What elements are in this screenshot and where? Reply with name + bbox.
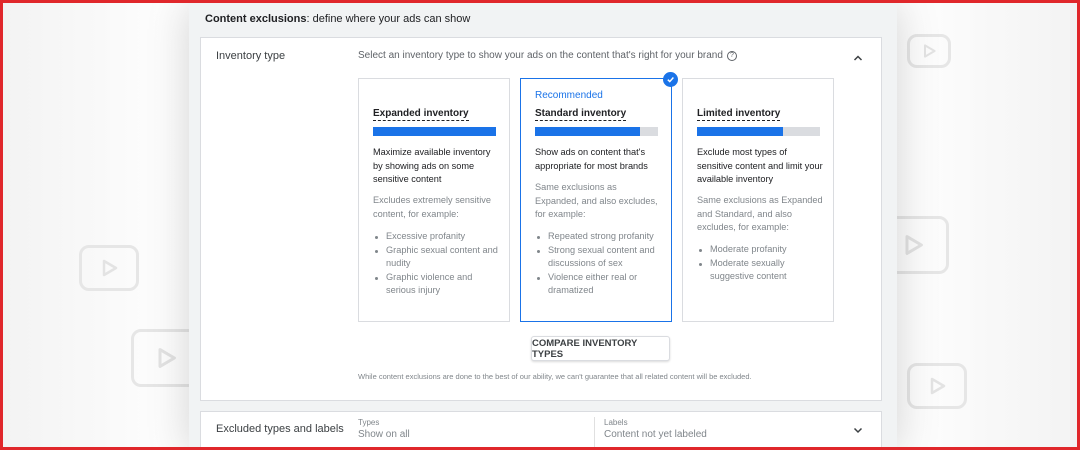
panel-header-subtitle: : define where your ads can show (306, 13, 471, 25)
field-divider (594, 417, 595, 447)
recommended-badge: Recommended (535, 90, 603, 101)
inventory-card-description: Maximize available inventory by showing … (373, 147, 491, 184)
chevron-down-icon[interactable] (853, 422, 863, 440)
inventory-card-exclusions: Excludes extremely sensitive content, fo… (373, 195, 491, 219)
labels-field-value: Content not yet labeled (604, 429, 707, 440)
inventory-example-list: Repeated strong profanity Strong sexual … (535, 230, 665, 298)
inventory-type-description-text: Select an inventory type to show your ad… (358, 50, 723, 61)
inventory-example-list: Moderate profanity Moderate sexually sug… (697, 243, 827, 284)
inventory-level-bar (697, 127, 820, 136)
inventory-type-description: Select an inventory type to show your ad… (358, 50, 737, 61)
expanded-inventory-card[interactable]: Expanded inventory Maximize available in… (358, 78, 510, 322)
list-item: Violence either real or dramatized (535, 271, 665, 298)
inventory-level-fill (535, 127, 640, 136)
limited-inventory-card[interactable]: Limited inventory Exclude most types of … (682, 78, 834, 322)
inventory-card-title: Limited inventory (697, 108, 781, 121)
excluded-types-section[interactable]: Excluded types and labels Types Show on … (200, 411, 882, 447)
inventory-card-exclusions: Same exclusions as Expanded and Standard… (697, 195, 823, 232)
list-item: Graphic violence and serious injury (373, 271, 503, 298)
types-field-label: Types (358, 418, 380, 427)
inventory-level-bar (373, 127, 496, 136)
types-field: Types Show on all (358, 418, 410, 441)
inventory-type-label: Inventory type (216, 50, 286, 62)
play-button-icon (907, 363, 967, 409)
list-item: Moderate profanity (697, 243, 827, 257)
standard-inventory-card[interactable]: Recommended Standard inventory Show ads … (520, 72, 678, 322)
play-button-icon (907, 34, 951, 68)
inventory-card-exclusions: Same exclusions as Expanded, and also ex… (535, 182, 658, 219)
list-item: Strong sexual content and discussions of… (535, 244, 665, 271)
inventory-card-title: Standard inventory (535, 108, 627, 121)
inventory-level-fill (697, 127, 784, 136)
list-item: Moderate sexually suggestive content (697, 257, 827, 284)
disclaimer-text: While content exclusions are done to the… (358, 372, 752, 381)
compare-inventory-types-button[interactable]: COMPARE INVENTORY TYPES (531, 336, 670, 361)
list-item: Excessive profanity (373, 230, 503, 244)
inventory-card-description: Exclude most types of sensitive content … (697, 147, 823, 184)
inventory-card-description: Show ads on content that's appropriate f… (535, 147, 648, 171)
excluded-types-label: Excluded types and labels (216, 423, 344, 435)
labels-field: Labels Content not yet labeled (604, 418, 707, 441)
panel-header-title: Content exclusions (205, 13, 307, 25)
play-button-icon (79, 245, 139, 291)
chevron-up-icon[interactable] (853, 50, 863, 68)
inventory-level-fill (373, 127, 496, 136)
list-item: Graphic sexual content and nudity (373, 244, 503, 271)
labels-field-label: Labels (604, 418, 628, 427)
help-icon[interactable]: ? (726, 50, 737, 61)
content-exclusions-panel: Content exclusions: define where your ad… (189, 3, 897, 447)
panel-header: Content exclusions: define where your ad… (205, 13, 470, 25)
inventory-level-bar (535, 127, 658, 136)
inventory-example-list: Excessive profanity Graphic sexual conte… (373, 230, 503, 298)
check-circle-icon (663, 72, 678, 87)
inventory-card-title: Expanded inventory (373, 108, 469, 121)
types-field-value: Show on all (358, 429, 410, 440)
inventory-type-section: Inventory type Select an inventory type … (200, 37, 882, 401)
screenshot-frame: Content exclusions: define where your ad… (0, 0, 1080, 450)
list-item: Repeated strong profanity (535, 230, 665, 244)
